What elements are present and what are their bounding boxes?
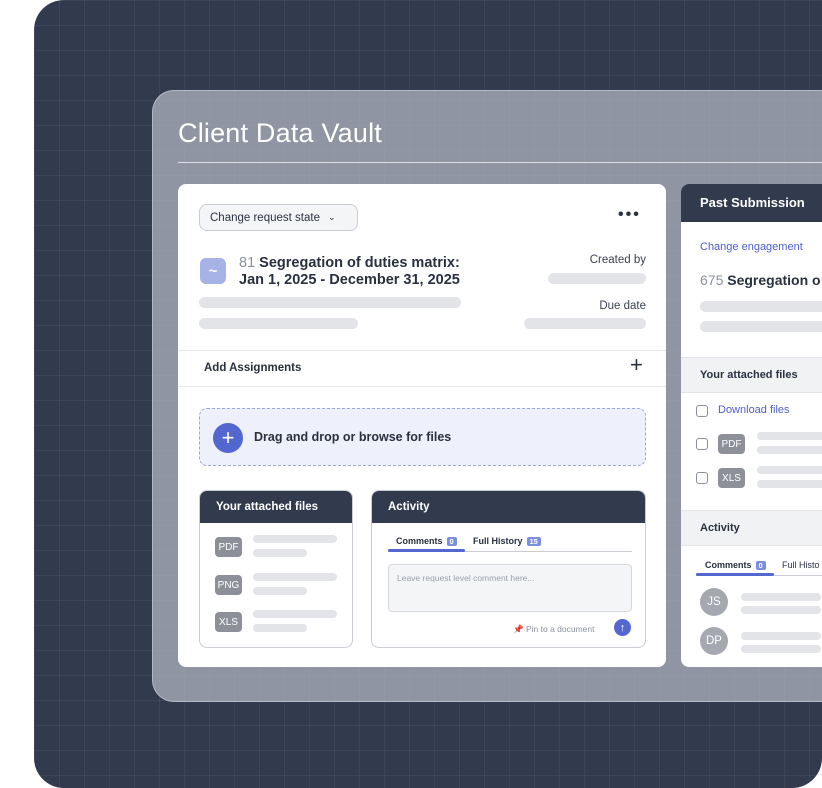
file-name-placeholder (253, 610, 337, 618)
comments-count-badge: 0 (446, 537, 457, 546)
send-arrow-icon[interactable]: ↑ (614, 619, 631, 636)
request-card: Change request state ⌄ ••• ~ 81 Segregat… (178, 184, 666, 667)
tab-full-history[interactable]: Full Histo (782, 560, 820, 570)
add-assignment-plus-icon[interactable]: + (630, 354, 643, 376)
request-title-line1: Segregation of duties matrix: (259, 255, 460, 271)
pdf-file-icon[interactable]: PDF (718, 434, 745, 454)
activity-title: Activity (372, 491, 645, 523)
file-name-placeholder (253, 573, 337, 581)
past-request-title: Segregation o (727, 272, 821, 288)
past-activity-header: Activity (681, 510, 822, 546)
description-placeholder (700, 301, 822, 312)
description-placeholder (199, 318, 358, 329)
request-title: 81 Segregation of duties matrix: Jan 1, … (239, 255, 509, 289)
upload-plus-icon[interactable]: + (213, 423, 243, 453)
request-title-line2: Jan 1, 2025 - December 31, 2025 (239, 272, 460, 288)
divider (178, 386, 666, 387)
active-tab-indicator (388, 549, 465, 552)
png-file-icon[interactable]: PNG (215, 575, 242, 595)
comments-count-badge: 0 (755, 561, 766, 570)
comment-placeholder (741, 593, 821, 601)
file-size-placeholder (757, 480, 822, 488)
file-name-placeholder (757, 432, 822, 440)
download-checkbox[interactable] (696, 405, 708, 417)
pin-label: Pin to a document (525, 624, 595, 634)
comment-placeholder (741, 632, 821, 640)
file-size-placeholder (757, 446, 822, 454)
title-divider (178, 162, 822, 163)
past-request-number: 675 (700, 272, 724, 288)
add-assignments-label: Add Assignments (204, 362, 302, 374)
chevron-down-icon: ⌄ (327, 212, 336, 222)
file-size-placeholder (253, 624, 307, 632)
tab-history-label: Full History (473, 536, 523, 546)
tab-comments-label: Comments (396, 536, 443, 546)
due-date-label: Due date (599, 300, 646, 312)
past-submission-card: Past Submission Change engagement 675 Se… (681, 184, 822, 667)
pin-icon: 📌 (513, 624, 524, 634)
pdf-file-icon[interactable]: PDF (215, 537, 242, 557)
created-by-placeholder (548, 273, 646, 284)
created-by-label: Created by (589, 254, 646, 266)
past-attached-files-header: Your attached files (681, 357, 822, 393)
file-checkbox[interactable] (696, 472, 708, 484)
dropzone-text: Drag and drop or browse for files (254, 430, 452, 444)
active-tab-indicator (696, 573, 774, 576)
change-engagement-link[interactable]: Change engagement (700, 241, 803, 253)
history-count-badge: 15 (526, 537, 541, 546)
request-type-icon: ~ (200, 258, 226, 284)
activity-panel: Activity Comments 0 Full History 15 Leave … (371, 490, 646, 648)
attached-files-title: Your attached files (200, 491, 352, 523)
change-request-state-button[interactable]: Change request state ⌄ (199, 204, 358, 231)
xls-file-icon[interactable]: XLS (215, 612, 242, 632)
comment-input[interactable]: Leave request level comment here... (388, 564, 632, 612)
pin-to-document-link[interactable]: 📌 Pin to a document (513, 624, 594, 635)
comment-placeholder (741, 645, 821, 653)
tab-full-history[interactable]: Full History 15 (473, 536, 541, 546)
file-checkbox[interactable] (696, 438, 708, 450)
file-dropzone[interactable]: + Drag and drop or browse for files (199, 408, 646, 466)
file-size-placeholder (253, 587, 307, 595)
file-name-placeholder (757, 466, 822, 474)
avatar: JS (700, 588, 728, 616)
request-number: 81 (239, 255, 256, 271)
download-files-link[interactable]: Download files (718, 404, 790, 416)
tab-comments[interactable]: Comments 0 (705, 560, 766, 570)
state-button-label: Change request state (210, 211, 320, 224)
file-size-placeholder (253, 549, 307, 557)
description-placeholder (199, 297, 461, 308)
description-placeholder (700, 321, 822, 332)
attached-files-panel: Your attached files PDF PNG XLS (199, 490, 353, 648)
due-date-placeholder (524, 318, 646, 329)
comment-placeholder (741, 606, 821, 614)
tab-comments[interactable]: Comments 0 (396, 536, 457, 546)
xls-file-icon[interactable]: XLS (718, 468, 745, 488)
file-name-placeholder (253, 535, 337, 543)
page-title: Client Data Vault (178, 118, 383, 148)
tab-comments-label: Comments (705, 560, 752, 570)
past-submission-title: Past Submission (681, 184, 822, 222)
avatar: DP (700, 627, 728, 655)
divider (178, 350, 666, 351)
more-options-icon[interactable]: ••• (618, 206, 641, 224)
past-submission-request-title: 675 Segregation o (700, 272, 821, 288)
